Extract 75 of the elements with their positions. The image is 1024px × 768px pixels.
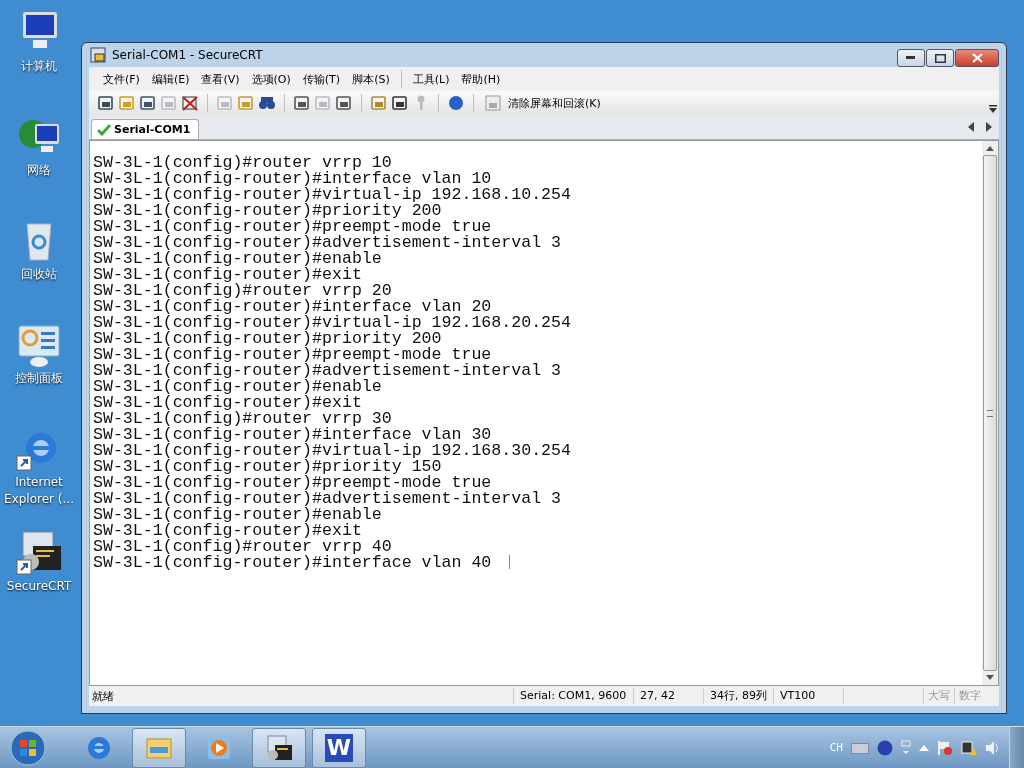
close-button[interactable] bbox=[955, 49, 999, 67]
terminal-line: SW-3L-1(config-router)#virtual-ip 192.168.30.254 bbox=[93, 443, 572, 459]
show-desktop-button[interactable] bbox=[1009, 726, 1024, 768]
terminal-line: SW-3L-1(config)#router vrrp 20 bbox=[93, 283, 392, 299]
terminal-line: SW-3L-1(config-router)#preempt-mode true bbox=[93, 347, 492, 363]
vertical-scrollbar[interactable] bbox=[982, 141, 998, 685]
terminal-line: SW-3L-1(config-router)#priority 150 bbox=[93, 459, 443, 475]
terminal-line: SW-3L-1(config-router)#enable bbox=[93, 251, 382, 267]
terminal-line: SW-3L-1(config-router)#preempt-mode true bbox=[93, 219, 492, 235]
menu-item[interactable]: 脚本(S) bbox=[346, 71, 396, 87]
terminal-line: SW-3L-1(config-router)#advertisement-interval 3 bbox=[93, 235, 563, 251]
terminal-line: SW-3L-1(config-router)#enable bbox=[93, 507, 382, 523]
status-cell: 34行, 89列 bbox=[703, 688, 773, 704]
terminal-line: SW-3L-1(config-router)#virtual-ip 192.168.10.254 bbox=[93, 187, 572, 203]
close-icon bbox=[971, 53, 983, 63]
terminal-line: SW-3L-1(config-router)#priority 200 bbox=[93, 203, 443, 219]
terminal-line: SW-3L-1(config-router)#priority 200 bbox=[93, 331, 443, 347]
binoculars-icon[interactable] bbox=[258, 95, 276, 111]
network-warning-icon[interactable] bbox=[961, 739, 977, 756]
terminal-line: SW-3L-1(config-router)#exit bbox=[93, 267, 362, 283]
menu-item[interactable]: 文件(F) bbox=[97, 71, 146, 87]
menu-item[interactable]: 工具(L) bbox=[406, 71, 456, 87]
status-message: 就绪 bbox=[91, 688, 115, 704]
taskbar-button[interactable] bbox=[252, 727, 306, 768]
start-button[interactable] bbox=[10, 729, 46, 766]
desktop-icon-label[interactable]: SecureCRT bbox=[1, 578, 77, 595]
disconnect-icon[interactable] bbox=[181, 95, 199, 111]
status-cell: 27, 42 bbox=[633, 688, 703, 704]
check-icon bbox=[97, 123, 111, 136]
scroll-up-icon[interactable] bbox=[986, 145, 994, 151]
terminal-line: SW-3L-1(config-router)#preempt-mode true bbox=[93, 475, 492, 491]
status-cell: Serial: COM1, 9600 bbox=[513, 688, 633, 704]
terminal-line: SW-3L-1(config)#router vrrp 40 bbox=[93, 539, 392, 555]
scroll-right-icon[interactable] bbox=[985, 122, 993, 132]
terminal-line: SW-3L-1(config-router)#interface vlan 40 bbox=[93, 555, 982, 571]
status-cell: VT100 bbox=[773, 688, 843, 704]
terminal-line: SW-3L-1(config-router)#virtual-ip 192.168.20.254 bbox=[93, 315, 572, 331]
terminal-line: SW-3L-1(config-router)#enable bbox=[93, 379, 382, 395]
terminal-line: SW-3L-1(config-router)#advertisement-interval 3 bbox=[93, 363, 563, 379]
minimize-icon bbox=[906, 56, 916, 60]
terminal-line: SW-3L-1(config-router)#interface vlan 10 bbox=[93, 171, 493, 187]
scroll-left-icon[interactable] bbox=[967, 122, 975, 132]
menu-item[interactable]: 查看(V) bbox=[195, 71, 246, 87]
minimize-button[interactable] bbox=[897, 49, 925, 67]
terminal-line: SW-3L-1(config-router)#interface vlan 20 bbox=[93, 299, 493, 315]
desktop-icon-label[interactable]: 网络 bbox=[1, 162, 77, 179]
flag-icon[interactable] bbox=[937, 739, 953, 756]
toolbar-overflow-icon[interactable] bbox=[989, 105, 997, 113]
session-tab[interactable]: Serial-COM1 bbox=[91, 119, 200, 139]
window-title: Serial-COM1 - SecureCRT bbox=[112, 48, 263, 62]
taskbar-app[interactable]: W bbox=[312, 727, 366, 768]
key-indicator: 数字 bbox=[954, 688, 985, 704]
key-indicator: 大写 bbox=[923, 688, 954, 704]
terminal-app-icon[interactable] bbox=[15, 528, 63, 576]
menu-item[interactable]: 选项(O) bbox=[245, 71, 297, 87]
menu-item[interactable]: 传输(T) bbox=[296, 71, 347, 87]
terminal-line: SW-3L-1(config-router)#exit bbox=[93, 523, 362, 539]
terminal-app-icon bbox=[264, 732, 294, 763]
terminal-line: SW-3L-1(config)#router vrrp 10 bbox=[93, 155, 392, 171]
terminal-line: SW-3L-1(config-router)#interface vlan 30 bbox=[93, 427, 493, 443]
show-hidden-icons-icon[interactable] bbox=[919, 744, 929, 751]
menu-item[interactable]: 编辑(E) bbox=[145, 71, 196, 87]
menu-item[interactable]: 帮助(H) bbox=[455, 71, 507, 87]
clear-screen-button[interactable]: 清除屏幕和回滚(K) bbox=[482, 95, 603, 111]
desktop-icon-label[interactable]: 计算机 bbox=[1, 58, 77, 75]
scroll-down-icon[interactable] bbox=[986, 675, 994, 681]
terminal-line: SW-3L-1(config-router)#exit bbox=[93, 395, 362, 411]
scrollbar-thumb[interactable] bbox=[983, 155, 997, 671]
maximize-icon bbox=[934, 53, 946, 63]
terminal-line: SW-3L-1(config-router)#advertisement-interval 3 bbox=[93, 491, 563, 507]
app-icon bbox=[90, 47, 106, 63]
desktop-icon-label[interactable]: Internet Explorer (... bbox=[1, 474, 77, 508]
text-cursor bbox=[509, 555, 511, 569]
terminal-line: SW-3L-1(config)#router vrrp 30 bbox=[93, 411, 392, 427]
maximize-button[interactable] bbox=[926, 49, 954, 67]
